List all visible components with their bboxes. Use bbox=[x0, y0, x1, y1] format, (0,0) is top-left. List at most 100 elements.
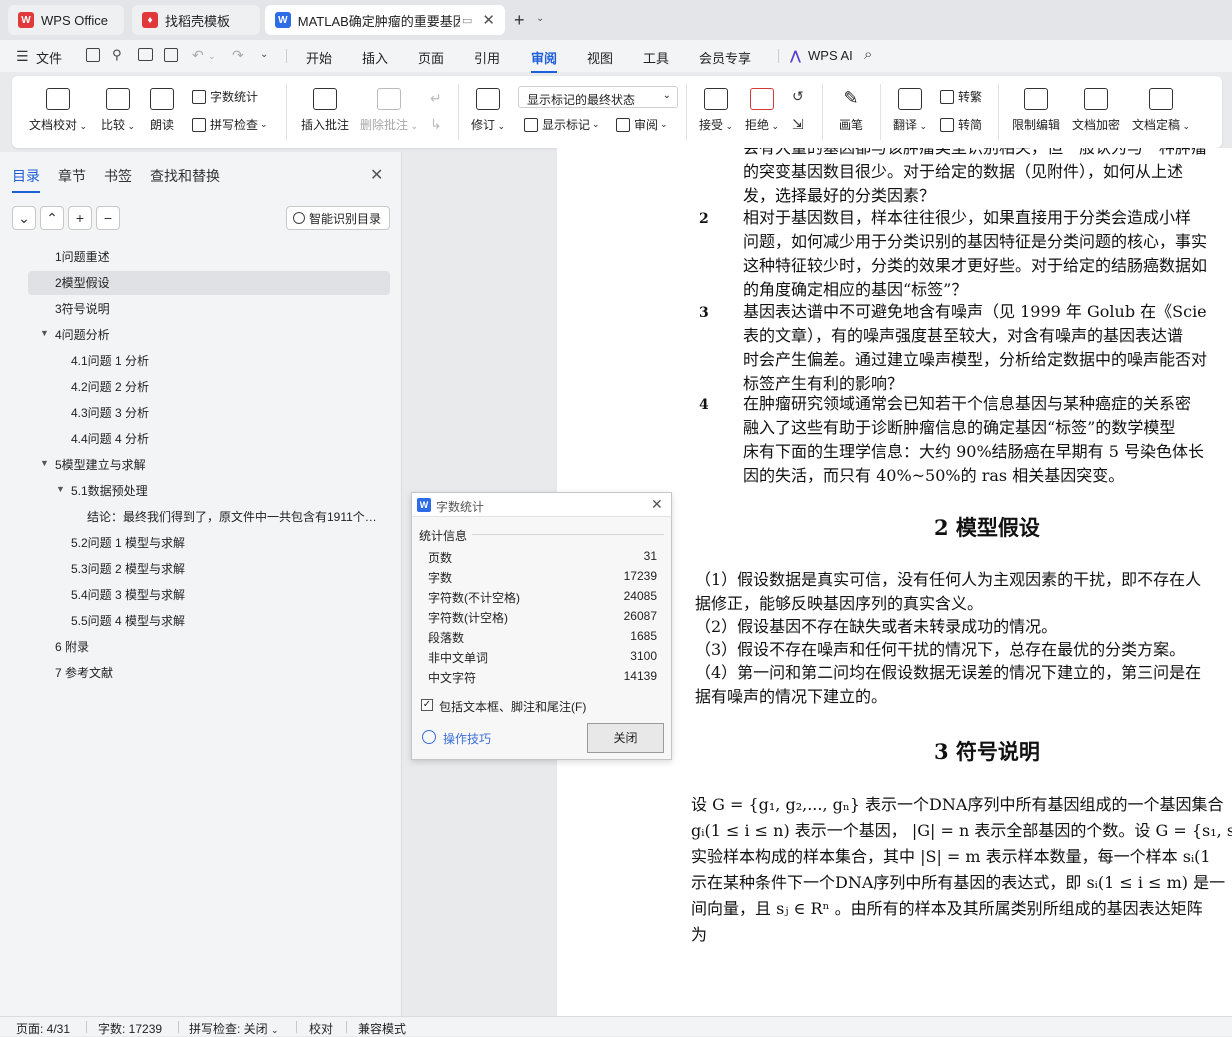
include-textbox-checkbox[interactable]: ✓ bbox=[421, 699, 433, 711]
delete-comment-icon bbox=[377, 88, 401, 110]
label: 文档定稿 bbox=[1131, 118, 1180, 132]
finalize-button[interactable]: 文档定稿 ⌄ bbox=[1130, 88, 1192, 133]
print-icon[interactable] bbox=[138, 48, 153, 61]
toc-item[interactable]: 5.3问题 2 模型与求解 bbox=[71, 560, 185, 577]
toc-item[interactable]: 结论：最终我们得到了，原文件中一共包含有1911个… bbox=[87, 508, 377, 525]
expand-caret-icon[interactable]: ▼ bbox=[40, 458, 49, 468]
menu-insert[interactable]: 插入 bbox=[362, 48, 388, 67]
collapse-button[interactable]: ⌄ bbox=[12, 206, 36, 230]
toc-item[interactable]: 5.4问题 3 模型与求解 bbox=[71, 586, 185, 603]
close-dialog-icon[interactable]: ✕ bbox=[651, 496, 663, 513]
menu-wps-ai[interactable]: WPS AI bbox=[808, 48, 853, 63]
smart-toc-button[interactable]: 智能识别目录 bbox=[286, 206, 390, 230]
divider bbox=[686, 84, 687, 140]
page-indicator[interactable]: 页面: 4/31 bbox=[16, 1020, 70, 1037]
toc-item[interactable]: 5模型建立与求解 bbox=[55, 456, 146, 473]
show-markup-button[interactable]: 显示标记 ⌄ bbox=[524, 116, 600, 133]
body-text: 的突变基因数目很少。对于给定的数据（见附件），如何从上述 bbox=[743, 162, 1184, 181]
toc-item[interactable]: 4.4问题 4 分析 bbox=[71, 430, 149, 447]
label: 画笔 bbox=[838, 118, 863, 132]
expand-caret-icon[interactable]: ▼ bbox=[56, 484, 65, 494]
symbol-line: gᵢ(1 ≤ i ≤ n) 表示一个基因， |G| = n 表示全部基因的个数。… bbox=[691, 821, 1232, 840]
tips-link[interactable]: 操作技巧 bbox=[443, 730, 491, 747]
insert-comment-button[interactable]: 插入批注 bbox=[298, 88, 352, 133]
new-tab-icon[interactable]: + bbox=[514, 10, 525, 31]
restrict-edit-button[interactable]: 限制编辑 bbox=[1010, 88, 1062, 133]
menu-tools[interactable]: 工具 bbox=[643, 48, 669, 67]
to-traditional-button[interactable]: 转繁 bbox=[940, 88, 982, 105]
menu-member[interactable]: 会员专享 bbox=[699, 48, 751, 67]
prev-comment-icon[interactable]: ↵ bbox=[430, 90, 442, 107]
word-count-indicator[interactable]: 字数: 17239 bbox=[98, 1020, 162, 1037]
dialog-titlebar[interactable]: W 字数统计 ✕ bbox=[412, 493, 671, 517]
divider bbox=[86, 1021, 87, 1033]
stat-value: 24085 bbox=[623, 589, 657, 603]
toc-item[interactable]: 4.3问题 3 分析 bbox=[71, 404, 149, 421]
toc-item[interactable]: 7 参考文献 bbox=[55, 664, 113, 681]
menu-references[interactable]: 引用 bbox=[474, 48, 500, 67]
toc-item[interactable]: 5.2问题 1 模型与求解 bbox=[71, 534, 185, 551]
tab-chapters[interactable]: 章节 bbox=[58, 166, 86, 186]
toc-item[interactable]: 6 附录 bbox=[55, 638, 89, 655]
tab-toc[interactable]: 目录 bbox=[12, 166, 40, 193]
toc-item[interactable]: 4.2问题 2 分析 bbox=[71, 378, 149, 395]
docer-icon: ♦ bbox=[142, 12, 158, 28]
spell-check-button[interactable]: 拼写检查 ⌄ bbox=[192, 116, 268, 133]
encrypt-icon bbox=[1084, 88, 1108, 110]
display-state-dropdown[interactable]: 显示标记的最终状态 ⌄ bbox=[518, 86, 678, 108]
expand-button[interactable]: ⌃ bbox=[40, 206, 64, 230]
toc-item[interactable]: 4问题分析 bbox=[55, 326, 110, 343]
encrypt-button[interactable]: 文档加密 bbox=[1070, 88, 1122, 133]
word-count-button[interactable]: 字数统计 bbox=[192, 88, 258, 105]
pen-button[interactable]: ✎ 画笔 bbox=[834, 88, 868, 133]
read-aloud-button[interactable]: 朗读 bbox=[144, 88, 180, 133]
menu-file[interactable]: 文件 bbox=[36, 48, 62, 67]
toc-item[interactable]: 2模型假设 bbox=[55, 274, 110, 291]
revise-button[interactable]: 修订 ⌄ bbox=[468, 88, 508, 133]
toc-item[interactable]: 4.1问题 1 分析 bbox=[71, 352, 149, 369]
search-icon[interactable]: ⌕ bbox=[864, 46, 872, 63]
close-button[interactable]: 关闭 bbox=[587, 723, 664, 753]
reject-button[interactable]: 拒绝 ⌄ bbox=[742, 88, 782, 133]
chevron-down-icon[interactable]: ⌄ bbox=[536, 13, 544, 24]
to-simplified-button[interactable]: 转简 bbox=[940, 116, 982, 133]
add-heading-button[interactable]: + bbox=[68, 206, 92, 230]
delete-comment-button[interactable]: 删除批注 ⌄ bbox=[358, 88, 420, 133]
spell-check-indicator[interactable]: 拼写检查: 关闭 ⌄ bbox=[189, 1020, 279, 1037]
toc-item[interactable]: 1问题重述 bbox=[55, 248, 110, 265]
assumption-line: 据有噪声的情况下建立的。 bbox=[695, 687, 888, 706]
proof-indicator[interactable]: 校对 bbox=[309, 1020, 333, 1037]
toc-item[interactable]: 5.5问题 4 模型与求解 bbox=[71, 612, 185, 629]
menu-review[interactable]: 审阅 bbox=[531, 48, 558, 73]
hamburger-icon[interactable]: ☰ bbox=[16, 48, 29, 65]
close-panel-icon[interactable]: ✕ bbox=[370, 165, 383, 185]
tab-wps-office[interactable]: W WPS Office bbox=[8, 5, 124, 35]
more-chevron-icon[interactable]: ⌄ bbox=[260, 49, 268, 60]
remove-heading-button[interactable]: − bbox=[96, 206, 120, 230]
menu-home[interactable]: 开始 bbox=[306, 48, 332, 67]
save-icon[interactable] bbox=[86, 48, 100, 62]
tab-bookmarks[interactable]: 书签 bbox=[104, 166, 132, 186]
prev-change-icon[interactable]: ↺ bbox=[792, 88, 804, 105]
tab-docer-templates[interactable]: ♦ 找稻壳模板 bbox=[132, 5, 260, 35]
next-change-icon[interactable]: ⇲ bbox=[792, 116, 804, 133]
accept-button[interactable]: 接受 ⌄ bbox=[696, 88, 736, 133]
expand-caret-icon[interactable]: ▼ bbox=[40, 328, 49, 338]
chevron-down-icon[interactable]: ⌄ bbox=[208, 51, 216, 62]
print-preview-icon[interactable] bbox=[164, 48, 178, 62]
tab-find-replace[interactable]: 查找和替换 bbox=[150, 166, 220, 186]
toc-item[interactable]: 3符号说明 bbox=[55, 300, 110, 317]
redo-icon[interactable]: ↷ bbox=[232, 47, 244, 64]
toc-item[interactable]: 5.1数据预处理 bbox=[71, 482, 148, 499]
export-icon[interactable]: ⚲ bbox=[112, 47, 122, 63]
next-comment-icon[interactable]: ↳ bbox=[430, 116, 442, 133]
close-tab-icon[interactable]: ✕ bbox=[482, 11, 495, 29]
proofread-button[interactable]: 文档校对 ⌄ bbox=[28, 88, 88, 133]
review-pane-button[interactable]: 审阅 ⌄ bbox=[616, 116, 668, 133]
tab-document[interactable]: W MATLAB确定肿瘤的重要基因 ▭ ✕ bbox=[265, 5, 505, 35]
menu-page[interactable]: 页面 bbox=[418, 48, 444, 67]
undo-icon[interactable]: ↶ bbox=[192, 47, 204, 64]
menu-view[interactable]: 视图 bbox=[587, 48, 613, 67]
compare-button[interactable]: 比较 ⌄ bbox=[96, 88, 140, 133]
translate-button[interactable]: 翻译 ⌄ bbox=[890, 88, 930, 133]
